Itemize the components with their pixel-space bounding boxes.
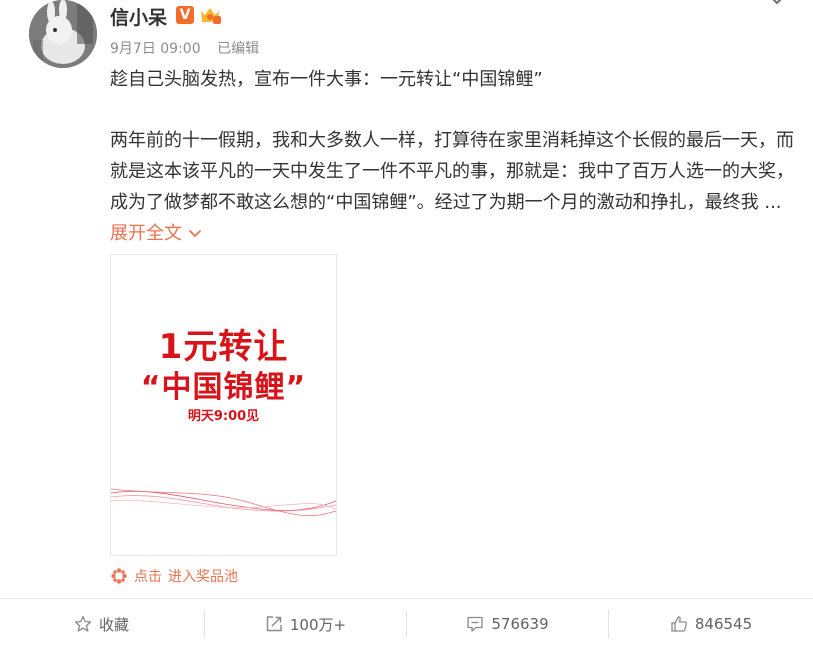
decorative-waves xyxy=(111,488,336,517)
star-icon xyxy=(74,615,92,632)
thumbs-up-icon xyxy=(671,616,687,632)
lottery-pool-label: 进入奖品池 xyxy=(168,569,238,585)
comment-button[interactable]: 576639 xyxy=(407,599,608,649)
favorite-button[interactable]: 收藏 xyxy=(0,599,203,649)
post-date[interactable]: 9月7日 09:00 xyxy=(110,41,201,57)
post-image[interactable]: 1元转让 “中国锦鲤” 明天9:00见 xyxy=(110,254,337,556)
post-headline: 趁自己头脑发热，宣布一件大事：一元转让“中国锦鲤” xyxy=(110,69,543,90)
repost-button[interactable]: 100万+ xyxy=(205,599,406,649)
verified-icon: V xyxy=(176,6,194,24)
image-line-2: “中国锦鲤” xyxy=(140,370,307,405)
lottery-click-label: 点击 xyxy=(134,569,162,585)
expand-chevron-icon xyxy=(189,230,201,237)
post-meta: 9月7日 09:00 已编辑 xyxy=(110,38,259,58)
vip-crown-icon xyxy=(201,8,221,24)
avatar[interactable] xyxy=(29,0,97,68)
favorite-label: 收藏 xyxy=(98,615,129,634)
image-line-1: 1元转让 xyxy=(158,327,289,367)
edited-label[interactable]: 已编辑 xyxy=(217,41,259,57)
post-body: 趁自己头脑发热，宣布一件大事：一元转让“中国锦鲤” 两年前的十一假期，我和大多数… xyxy=(110,64,800,249)
expand-label: 展开全文 xyxy=(110,223,182,244)
lottery-flower-icon xyxy=(111,568,127,584)
comment-count: 576639 xyxy=(491,615,549,633)
repost-count: 100万+ xyxy=(289,615,347,634)
chevron-down-icon[interactable] xyxy=(764,0,790,12)
like-button[interactable]: 846545 xyxy=(609,599,813,649)
avatar-image xyxy=(29,0,97,68)
user-name[interactable]: 信小呆 xyxy=(110,3,167,30)
post-paragraph-text: 两年前的十一假期，我和大多数人一样，打算待在家里消耗掉这个长假的最后一天，而就是… xyxy=(110,130,794,213)
comment-icon xyxy=(467,616,484,632)
share-icon xyxy=(266,616,282,632)
image-line-3: 明天9:00见 xyxy=(187,409,260,424)
post-paragraph: 两年前的十一假期，我和大多数人一样，打算待在家里消耗掉这个长假的最后一天，而就是… xyxy=(110,125,800,249)
expand-full-text-link[interactable]: 展开全文 xyxy=(110,223,202,244)
lottery-link[interactable]: 点击 进入奖品池 xyxy=(110,566,238,586)
like-count: 846545 xyxy=(694,615,753,633)
weibo-post-card: 信小呆 V 9月7日 09:00 已编辑 趁自己头脑发热，宣布一件大事：一元转让… xyxy=(0,0,813,653)
